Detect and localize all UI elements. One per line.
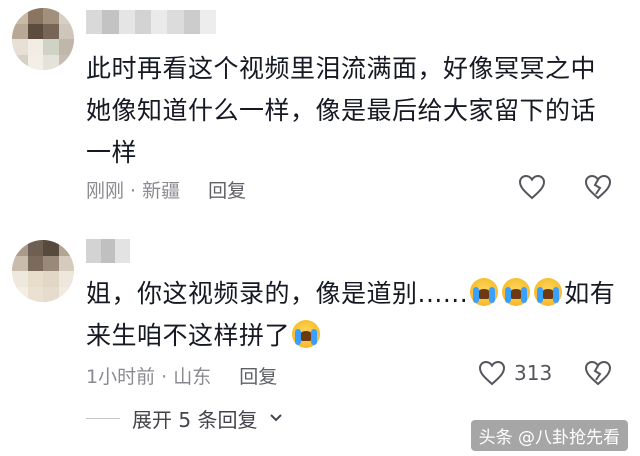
comment-item: 姐，你这视频录的，像是道别...... 如有 来生咱不这样拼了 1小时前 · 山东… — [0, 215, 640, 395]
comment-line: 此时再看这个视频里泪流满面，好像冥冥之中 — [86, 54, 597, 83]
expand-replies[interactable]: 展开 5 条回复 — [86, 398, 283, 438]
chevron-down-icon — [270, 414, 283, 422]
comment-text: 姐，你这视频录的，像是道别...... 如有 来生咱不这样拼了 — [86, 273, 616, 357]
dislike-button[interactable] — [584, 174, 612, 200]
broken-heart-icon — [584, 360, 612, 386]
reply-button[interactable]: 回复 — [208, 180, 246, 202]
like-count: 313 — [514, 361, 553, 385]
username-obscured[interactable] — [86, 10, 216, 34]
time-location: 刚刚 · 新疆 — [86, 180, 181, 202]
comment-text: 此时再看这个视频里泪流满面，好像冥冥之中 她像知道什么一样，像是最后给大家留下的… — [86, 48, 616, 174]
time-location: 1小时前 · 山东 — [86, 366, 212, 388]
broken-heart-icon — [584, 174, 612, 200]
comment-meta: 刚刚 · 新疆 回复 — [86, 176, 246, 203]
loudly-crying-face-icon — [292, 320, 321, 348]
reply-button[interactable]: 回复 — [239, 366, 277, 388]
avatar[interactable] — [12, 240, 74, 302]
username-obscured[interactable] — [86, 239, 130, 263]
comment-line: 她像知道什么一样，像是最后给大家留下的话 — [86, 96, 597, 125]
divider — [86, 417, 120, 419]
dislike-button[interactable] — [584, 360, 612, 386]
like-button[interactable]: 313 — [478, 360, 552, 386]
comment-meta: 1小时前 · 山东 回复 — [86, 362, 277, 389]
comment-line: 来生咱不这样拼了 — [86, 315, 616, 357]
heart-icon — [478, 360, 506, 386]
expand-replies-label: 展开 5 条回复 — [132, 407, 258, 432]
watermark: 头条 @八卦抢先看 — [470, 420, 628, 451]
loudly-crying-face-icon — [470, 278, 499, 306]
loudly-crying-face-icon — [534, 278, 563, 306]
heart-icon — [518, 174, 546, 200]
comment-line: 姐，你这视频录的，像是道别...... 如有 — [86, 278, 616, 308]
loudly-crying-face-icon — [502, 278, 531, 306]
avatar[interactable] — [12, 8, 74, 70]
comment-line: 一样 — [86, 138, 138, 167]
like-button[interactable] — [518, 174, 546, 200]
comment-item: 此时再看这个视频里泪流满面，好像冥冥之中 她像知道什么一样，像是最后给大家留下的… — [0, 0, 640, 215]
